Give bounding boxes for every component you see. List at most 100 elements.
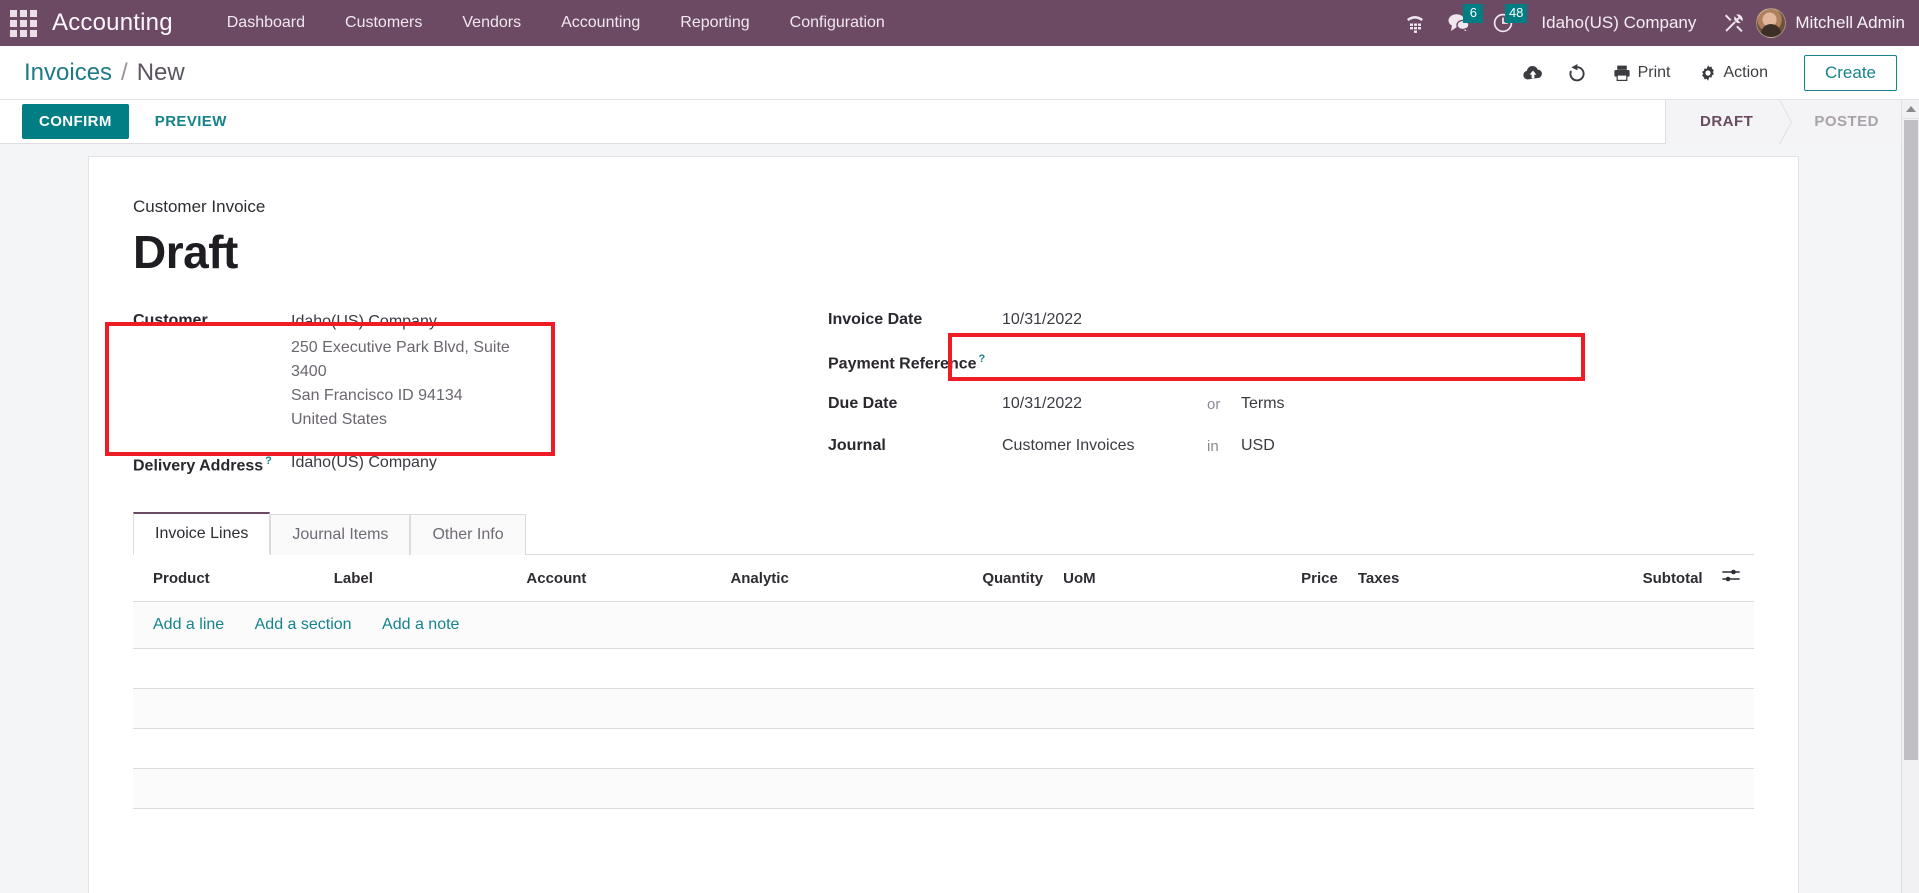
payment-reference-help-icon[interactable]: ? [979,353,986,365]
customer-field-group: Idaho(US) Company 250 Executive Park Blv… [291,305,510,432]
menu-item-configuration[interactable]: Configuration [770,0,905,46]
column-price: Price [1221,555,1346,602]
action-label: Action [1723,63,1768,81]
journal-label: Journal [828,437,886,454]
invoice-lines-header: Product Label Account Analytic Quantity … [133,555,1754,602]
action-button[interactable]: Action [1685,58,1782,88]
save-cloud-upload-icon[interactable] [1511,53,1555,93]
payment-reference-label: Payment Reference? [828,347,1002,373]
customer-address-line-3: San Francisco ID 94134 [291,387,463,404]
tab-journal-items[interactable]: Journal Items [270,514,411,555]
menu-item-vendors[interactable]: Vendors [442,0,541,46]
invoice-notebook: Invoice Lines Journal Items Other Info P… [133,511,1754,809]
delivery-address-help-icon[interactable]: ? [265,455,272,467]
add-line-cell: Add a line Add a section Add a note [133,601,1754,649]
journal-value[interactable]: Customer Invoices [1002,431,1207,455]
empty-cell [133,768,1754,809]
preview-button[interactable]: PREVIEW [139,104,243,139]
activities-clock-icon[interactable]: 48 [1481,0,1528,46]
add-a-section-link[interactable]: Add a section [255,616,352,633]
stage-draft[interactable]: DRAFT [1664,99,1793,144]
field-row-due-date: Due Date 10/31/2022 or Terms [828,389,1353,431]
field-row-payment-reference: Payment Reference? [828,347,1353,389]
scrollbar-thumb[interactable] [1904,120,1918,760]
breadcrumb-invoices[interactable]: Invoices [24,59,112,87]
stage-posted[interactable]: POSTED [1779,99,1919,144]
add-a-line-link[interactable]: Add a line [153,616,224,633]
company-switcher[interactable]: Idaho(US) Company [1525,13,1712,33]
messages-badge: 6 [1463,4,1484,23]
form-columns: Customer Idaho(US) Company 250 Executive… [133,305,1754,481]
delivery-address-field-value[interactable]: Idaho(US) Company [291,446,437,475]
customer-field-value[interactable]: Idaho(US) Company [291,305,510,334]
invoice-date-value[interactable]: 10/31/2022 [1002,305,1207,329]
column-taxes: Taxes [1345,555,1539,602]
vertical-scrollbar[interactable] [1901,100,1919,893]
control-panel: Invoices / New Print Action Create [0,46,1919,100]
empty-cell [133,688,1754,729]
invoice-lines-table: Product Label Account Analytic Quantity … [133,555,1754,809]
customer-address-line-2: 3400 [291,363,327,380]
column-options-icon[interactable] [1708,555,1754,602]
table-header-row: Product Label Account Analytic Quantity … [133,555,1754,602]
gear-icon [1701,64,1714,81]
status-pipeline: DRAFT POSTED [1664,99,1919,144]
main-menu: Dashboard Customers Vendors Accounting R… [207,0,905,46]
odoo-accounting-app: Accounting Dashboard Customers Vendors A… [0,0,1919,893]
delivery-address-label-text: Delivery Address [133,457,264,475]
app-brand-accounting[interactable]: Accounting [52,9,173,37]
systray: 6 48 Idaho(US) Company Mitchell Admin [1393,0,1919,46]
username-label: Mitchell Admin [1795,13,1905,32]
confirm-button[interactable]: CONFIRM [22,104,129,139]
empty-row [133,688,1754,729]
breadcrumb-separator: / [121,58,128,86]
customer-address-line-4: United States [291,411,388,428]
column-analytic: Analytic [722,555,950,602]
payment-terms-placeholder[interactable]: Terms [1241,389,1285,413]
menu-item-reporting[interactable]: Reporting [660,0,769,46]
messages-icon[interactable]: 6 [1437,0,1484,46]
empty-cell [133,728,1754,769]
delivery-address-field-label: Delivery Address? [133,446,291,476]
user-menu[interactable]: Mitchell Admin [1756,8,1905,38]
invoice-form-sheet: Customer Invoice Draft Customer Idaho(US… [88,156,1799,893]
form-left-column: Customer Idaho(US) Company 250 Executive… [133,305,603,481]
phone-dialpad-icon[interactable] [1393,0,1437,46]
empty-row [133,728,1754,769]
tab-invoice-lines[interactable]: Invoice Lines [133,512,271,555]
form-right-column: Invoice Date 10/31/2022 Payment Referenc… [828,305,1353,473]
column-quantity: Quantity [949,555,1052,602]
apps-grid-icon[interactable] [0,0,46,46]
breadcrumb: Invoices / New [24,59,185,87]
menu-item-accounting[interactable]: Accounting [541,0,660,46]
menu-item-dashboard[interactable]: Dashboard [207,0,325,46]
field-row-invoice-date: Invoice Date 10/31/2022 [828,305,1353,347]
column-uom: UoM [1051,555,1222,602]
discard-undo-icon[interactable] [1555,53,1599,93]
form-status-bar: CONFIRM PREVIEW DRAFT POSTED [0,99,1919,144]
empty-row [133,768,1754,809]
currency-value[interactable]: USD [1241,431,1275,455]
empty-row [133,648,1754,689]
customer-address-line-1: 250 Executive Park Blvd, Suite [291,339,510,356]
breadcrumb-current: New [136,58,185,86]
add-line-row: Add a line Add a section Add a note [133,601,1754,649]
print-button[interactable]: Print [1599,58,1685,88]
tab-other-info[interactable]: Other Info [410,514,526,555]
payment-reference-value[interactable] [1002,347,1207,353]
add-a-note-link[interactable]: Add a note [382,616,459,633]
document-type-label: Customer Invoice [133,197,266,216]
scroll-up-arrow-icon[interactable] [1902,100,1919,119]
column-product: Product [133,555,326,602]
user-avatar [1756,8,1787,38]
create-button[interactable]: Create [1803,54,1897,91]
due-date-value[interactable]: 10/31/2022 [1002,389,1207,413]
payment-reference-label-text: Payment Reference [828,355,977,373]
menu-item-customers[interactable]: Customers [325,0,442,46]
tools-wrench-icon[interactable] [1712,0,1756,46]
field-row-customer: Customer Idaho(US) Company 250 Executive… [133,305,603,432]
column-subtotal: Subtotal [1538,555,1709,602]
field-row-delivery-address: Delivery Address? Idaho(US) Company [133,446,603,477]
notebook-tabs: Invoice Lines Journal Items Other Info [133,511,1754,555]
due-date-or-separator: or [1207,396,1221,413]
